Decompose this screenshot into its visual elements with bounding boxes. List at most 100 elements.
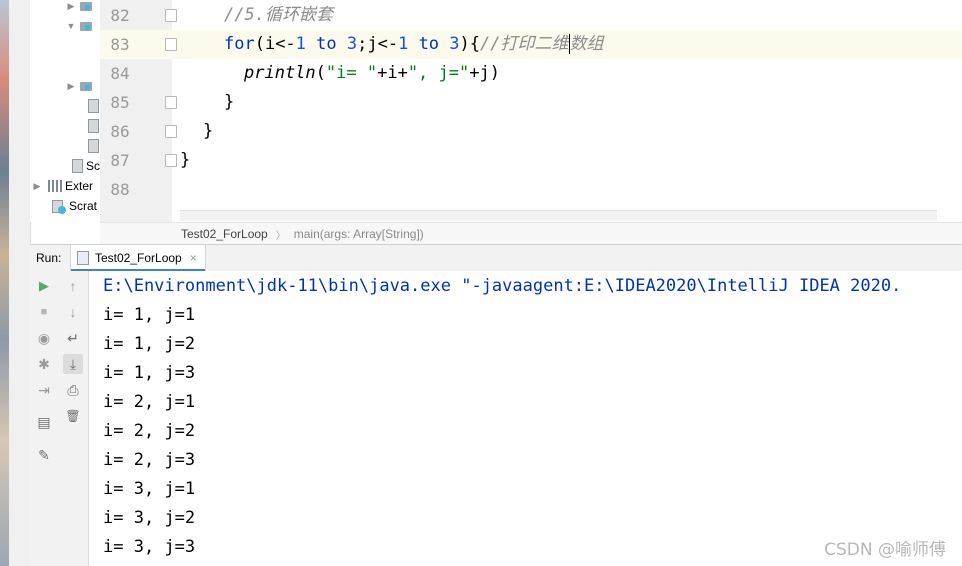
pin-icon[interactable]: ✎ [34,445,54,465]
code-number: 3 [346,34,358,54]
code-number: 3 [449,34,460,54]
camera-icon[interactable]: ◉ [34,328,54,348]
code-text: } [180,150,191,170]
code-text: +i+ [377,63,408,83]
print-icon[interactable]: ⎙ [63,380,83,400]
settings-icon[interactable]: ✱ [34,354,54,374]
exit-icon[interactable]: ⇥ [34,380,54,400]
breadcrumb-method[interactable]: main(args: Array[String]) [294,227,424,241]
expanded-arrow-icon[interactable]: ▼ [66,21,76,31]
line-number: 87 [110,151,130,170]
fold-marker-icon[interactable] [165,9,177,22]
code-comment: 数组 [569,34,604,54]
fold-marker-icon[interactable] [165,38,177,51]
run-tab-label: Test02_ForLoop [95,251,182,265]
library-icon [48,180,62,192]
trash-icon[interactable]: 🗑 [63,406,83,426]
up-arrow-icon[interactable]: ↑ [63,276,83,296]
down-arrow-icon[interactable]: ↓ [63,302,83,322]
code-text: +j) [469,63,500,83]
line-number: 83 [110,35,130,54]
tree-item-external-libraries[interactable]: ▶ Exter [32,176,93,196]
code-line-83[interactable]: for(i<-1 to 3;j<-1 to 3){//打印二维数组 [224,30,962,59]
tree-item-label: Scrat [69,199,98,213]
code-text: ){ [459,34,481,54]
line-number: 85 [110,93,130,112]
run-tab-test02-forloop[interactable]: Test02_ForLoop × [70,245,206,272]
run-label: Run: [36,251,62,265]
tree-item-file[interactable] [84,136,99,156]
code-keyword: for [224,34,255,54]
run-tool-window-header: Run: Test02_ForLoop × [30,244,962,272]
code-line-84[interactable]: println("i= "+i+", j="+j) [244,59,962,88]
collapsed-arrow-icon[interactable]: ▶ [66,81,76,92]
console-output-line: i= 1, j=3 [103,363,196,383]
code-text: } [224,92,235,112]
console-output-line: i= 3, j=1 [103,479,196,499]
code-number: 1 [295,34,306,54]
scala-file-icon [88,99,99,113]
package-folder-icon [80,1,92,11]
stop-icon[interactable]: ■ [34,302,54,322]
console-output-line: i= 2, j=3 [103,450,196,470]
tree-item-folder[interactable]: ▶ [66,0,92,16]
breadcrumb-file[interactable]: Test02_ForLoop [181,227,268,241]
scroll-to-end-icon[interactable]: ⤓ [63,354,83,374]
tree-item-file[interactable] [84,116,99,136]
line-number: 82 [110,6,130,25]
code-number: 1 [398,34,409,54]
editor-horizontal-scrollbar[interactable] [180,210,937,221]
tree-item-folder-expanded[interactable]: ▼ [66,16,92,36]
package-folder-icon [80,81,92,91]
console-output-line: i= 3, j=2 [103,508,196,528]
code-comment: //5.循环嵌套 [224,5,333,25]
code-text: ;j<- [357,34,399,54]
code-line-85[interactable]: } [224,88,962,117]
fold-marker-icon[interactable] [165,125,177,138]
code-line-87[interactable]: } [180,146,962,175]
soft-wrap-icon[interactable]: ↵ [63,328,83,348]
tree-item-label: Exter [65,179,94,193]
tree-item-sc[interactable]: Sc [68,156,100,176]
rerun-icon[interactable]: ▶ [34,276,54,296]
code-line-86[interactable]: } [203,117,962,146]
code-text: ( [315,63,326,83]
code-string: ", j=" [407,63,470,83]
console-output[interactable]: E:\Environment\jdk-11\bin\java.exe "-jav… [89,271,962,566]
line-number: 88 [110,180,130,199]
side-tool-strip[interactable] [9,0,31,566]
package-folder-icon [80,21,92,31]
code-line-82[interactable]: //5.循环嵌套 [224,1,962,30]
console-output-line: i= 1, j=1 [103,305,196,325]
fold-marker-icon[interactable] [165,96,177,109]
code-function: println [244,63,316,83]
project-tree[interactable]: ▶ ▼ ▶ Sc ▶ Exter Scrat [30,0,100,222]
console-output-line: i= 1, j=2 [103,334,196,354]
code-text: } [203,121,214,141]
close-icon[interactable]: × [190,251,197,265]
console-output-line: i= 2, j=2 [103,421,196,441]
code-string: "i= " [325,63,378,83]
collapsed-arrow-icon[interactable]: ▶ [32,181,42,192]
code-text: (i<- [254,34,296,54]
scratches-icon [52,199,66,214]
line-number: 86 [110,122,130,141]
layout-icon[interactable]: ▤ [34,412,54,432]
run-toolbar: ▶ ■ ◉ ✱ ⇥ ▤ ✎ ↑ ↓ ↵ ⤓ ⎙ 🗑 [30,271,89,566]
scala-file-icon [88,119,99,133]
run-toolbar-right-column: ↑ ↓ ↵ ⤓ ⎙ 🗑 [59,271,87,566]
console-command-line: E:\Environment\jdk-11\bin\java.exe "-jav… [103,276,902,296]
fold-marker-icon[interactable] [165,154,177,167]
tree-item-label: Sc [86,159,100,173]
code-comment: //打印二维 [480,34,569,54]
tree-item-folder[interactable]: ▶ [66,76,92,96]
run-toolbar-left-column: ▶ ■ ◉ ✱ ⇥ ▤ ✎ [30,271,58,566]
line-number: 84 [110,64,130,83]
tree-item-file[interactable] [84,96,99,116]
console-output-line: i= 3, j=3 [103,537,196,557]
collapsed-arrow-icon[interactable]: ▶ [66,1,76,12]
code-keyword: to [305,34,347,54]
tree-item-scratches[interactable]: Scrat [50,196,97,216]
file-icon [72,159,83,173]
console-output-line: i= 2, j=1 [103,392,196,412]
